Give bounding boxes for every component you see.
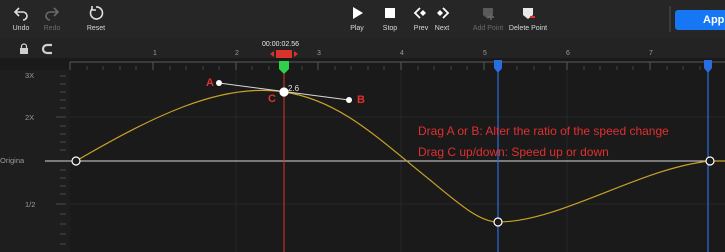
keyframe-point[interactable] bbox=[705, 156, 715, 166]
keyframe-point[interactable] bbox=[71, 156, 81, 166]
ruler-ticks bbox=[69, 61, 725, 70]
help-text-line-2: Drag C up/down: Speed up or down bbox=[418, 145, 609, 159]
annotation-c: C bbox=[268, 93, 276, 105]
playhead-box[interactable] bbox=[276, 50, 292, 58]
annotation-b: B bbox=[357, 94, 365, 106]
playhead-left-arrow-icon[interactable] bbox=[270, 51, 274, 57]
keyframe-point[interactable] bbox=[493, 217, 503, 227]
annotation-a: A bbox=[206, 77, 214, 89]
point-value: 2.6 bbox=[288, 84, 300, 93]
ruler-minor-ticks bbox=[86, 66, 701, 70]
handle-a[interactable] bbox=[216, 80, 222, 86]
keyframe-point-selected[interactable] bbox=[279, 87, 289, 97]
y-axis-ticks bbox=[56, 75, 66, 245]
playhead-right-arrow-icon[interactable] bbox=[294, 51, 298, 57]
handle-b[interactable] bbox=[346, 97, 352, 103]
help-text-line-1: Drag A or B: Alter the ratio of the spee… bbox=[418, 124, 669, 138]
